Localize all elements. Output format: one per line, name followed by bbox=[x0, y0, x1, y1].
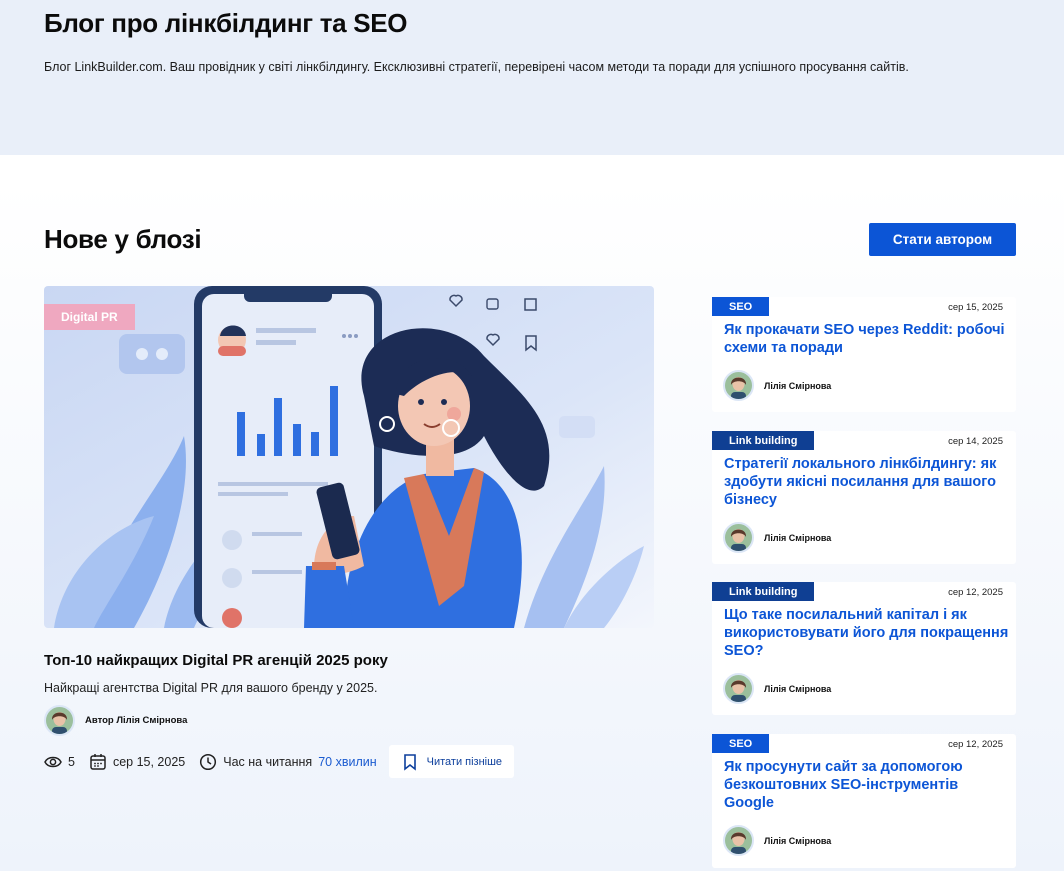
card-author-name: Лілія Смірнова bbox=[764, 683, 832, 694]
card-date: сер 12, 2025 bbox=[948, 739, 1003, 750]
card-tag[interactable]: Link building bbox=[712, 431, 815, 450]
read-later-label: Читати пізніше bbox=[426, 755, 503, 768]
article-card[interactable]: SEO сер 15, 2025 Як прокачати SEO через … bbox=[712, 297, 1016, 412]
featured-image[interactable] bbox=[44, 286, 654, 628]
featured-author-label: Автор Лілія Смірнова bbox=[85, 715, 188, 726]
article-card[interactable]: Link building сер 12, 2025 Що таке посил… bbox=[712, 582, 1016, 715]
hero-banner: Блог про лінкбілдинг та SEO Блог LinkBui… bbox=[0, 0, 1064, 155]
card-tag[interactable]: SEO bbox=[712, 734, 770, 753]
read-time-value: 70 хвилин bbox=[318, 754, 377, 769]
author-avatar bbox=[723, 673, 754, 704]
article-card[interactable]: Link building сер 14, 2025 Стратегії лок… bbox=[712, 431, 1016, 564]
page-subtitle: Блог LinkBuilder.com. Ваш провідник у св… bbox=[44, 60, 909, 74]
card-tag[interactable]: Link building bbox=[712, 582, 815, 601]
card-title[interactable]: Як просунути сайт за допомогою безкоштов… bbox=[724, 758, 1009, 812]
card-author-name: Лілія Смірнова bbox=[764, 380, 832, 391]
become-author-button[interactable]: Стати автором bbox=[869, 223, 1016, 256]
card-author[interactable]: Лілія Смірнова bbox=[723, 825, 831, 856]
author-avatar bbox=[723, 825, 754, 856]
card-author-name: Лілія Смірнова bbox=[764, 532, 832, 543]
card-date: сер 12, 2025 bbox=[948, 587, 1003, 598]
card-date: сер 14, 2025 bbox=[948, 436, 1003, 447]
card-tag[interactable]: SEO bbox=[712, 297, 770, 316]
card-author[interactable]: Лілія Смірнова bbox=[723, 522, 831, 553]
read-time-label: Час на читання bbox=[223, 754, 313, 769]
page-title: Блог про лінкбілдинг та SEO bbox=[44, 8, 408, 38]
article-card[interactable]: SEO сер 12, 2025 Як просунути сайт за до… bbox=[712, 734, 1016, 868]
card-author[interactable]: Лілія Смірнова bbox=[723, 673, 831, 704]
author-avatar bbox=[44, 705, 75, 736]
featured-title[interactable]: Топ-10 найкращих Digital PR агенцій 2025… bbox=[44, 652, 388, 669]
clock-icon bbox=[199, 753, 217, 771]
calendar-icon bbox=[89, 753, 107, 771]
card-title[interactable]: Як прокачати SEO через Reddit: робочі сх… bbox=[724, 321, 1009, 357]
featured-category-tag[interactable]: Digital PR bbox=[44, 304, 135, 330]
card-author[interactable]: Лілія Смірнова bbox=[723, 370, 831, 401]
section-title: Нове у блозі bbox=[44, 224, 202, 254]
featured-meta: 5 сер 15, 2025 Час на читання 70 хвилин … bbox=[44, 745, 515, 778]
featured-description: Найкращі агентства Digital PR для вашого… bbox=[44, 681, 378, 695]
digital-pr-illustration bbox=[44, 286, 654, 628]
card-author-name: Лілія Смірнова bbox=[764, 835, 832, 846]
publish-date: сер 15, 2025 bbox=[112, 754, 186, 769]
author-avatar bbox=[723, 522, 754, 553]
bookmark-icon bbox=[401, 753, 419, 771]
card-title[interactable]: Стратегії локального лінкбілдингу: як зд… bbox=[724, 455, 1009, 509]
eye-icon bbox=[44, 753, 62, 771]
card-date: сер 15, 2025 bbox=[948, 302, 1003, 313]
views-count: 5 bbox=[68, 754, 75, 769]
author-avatar bbox=[723, 370, 754, 401]
card-title[interactable]: Що таке посилальний капітал і як викорис… bbox=[724, 606, 1009, 660]
featured-author[interactable]: Автор Лілія Смірнова bbox=[44, 705, 187, 736]
read-later-button[interactable]: Читати пізніше bbox=[388, 745, 515, 778]
